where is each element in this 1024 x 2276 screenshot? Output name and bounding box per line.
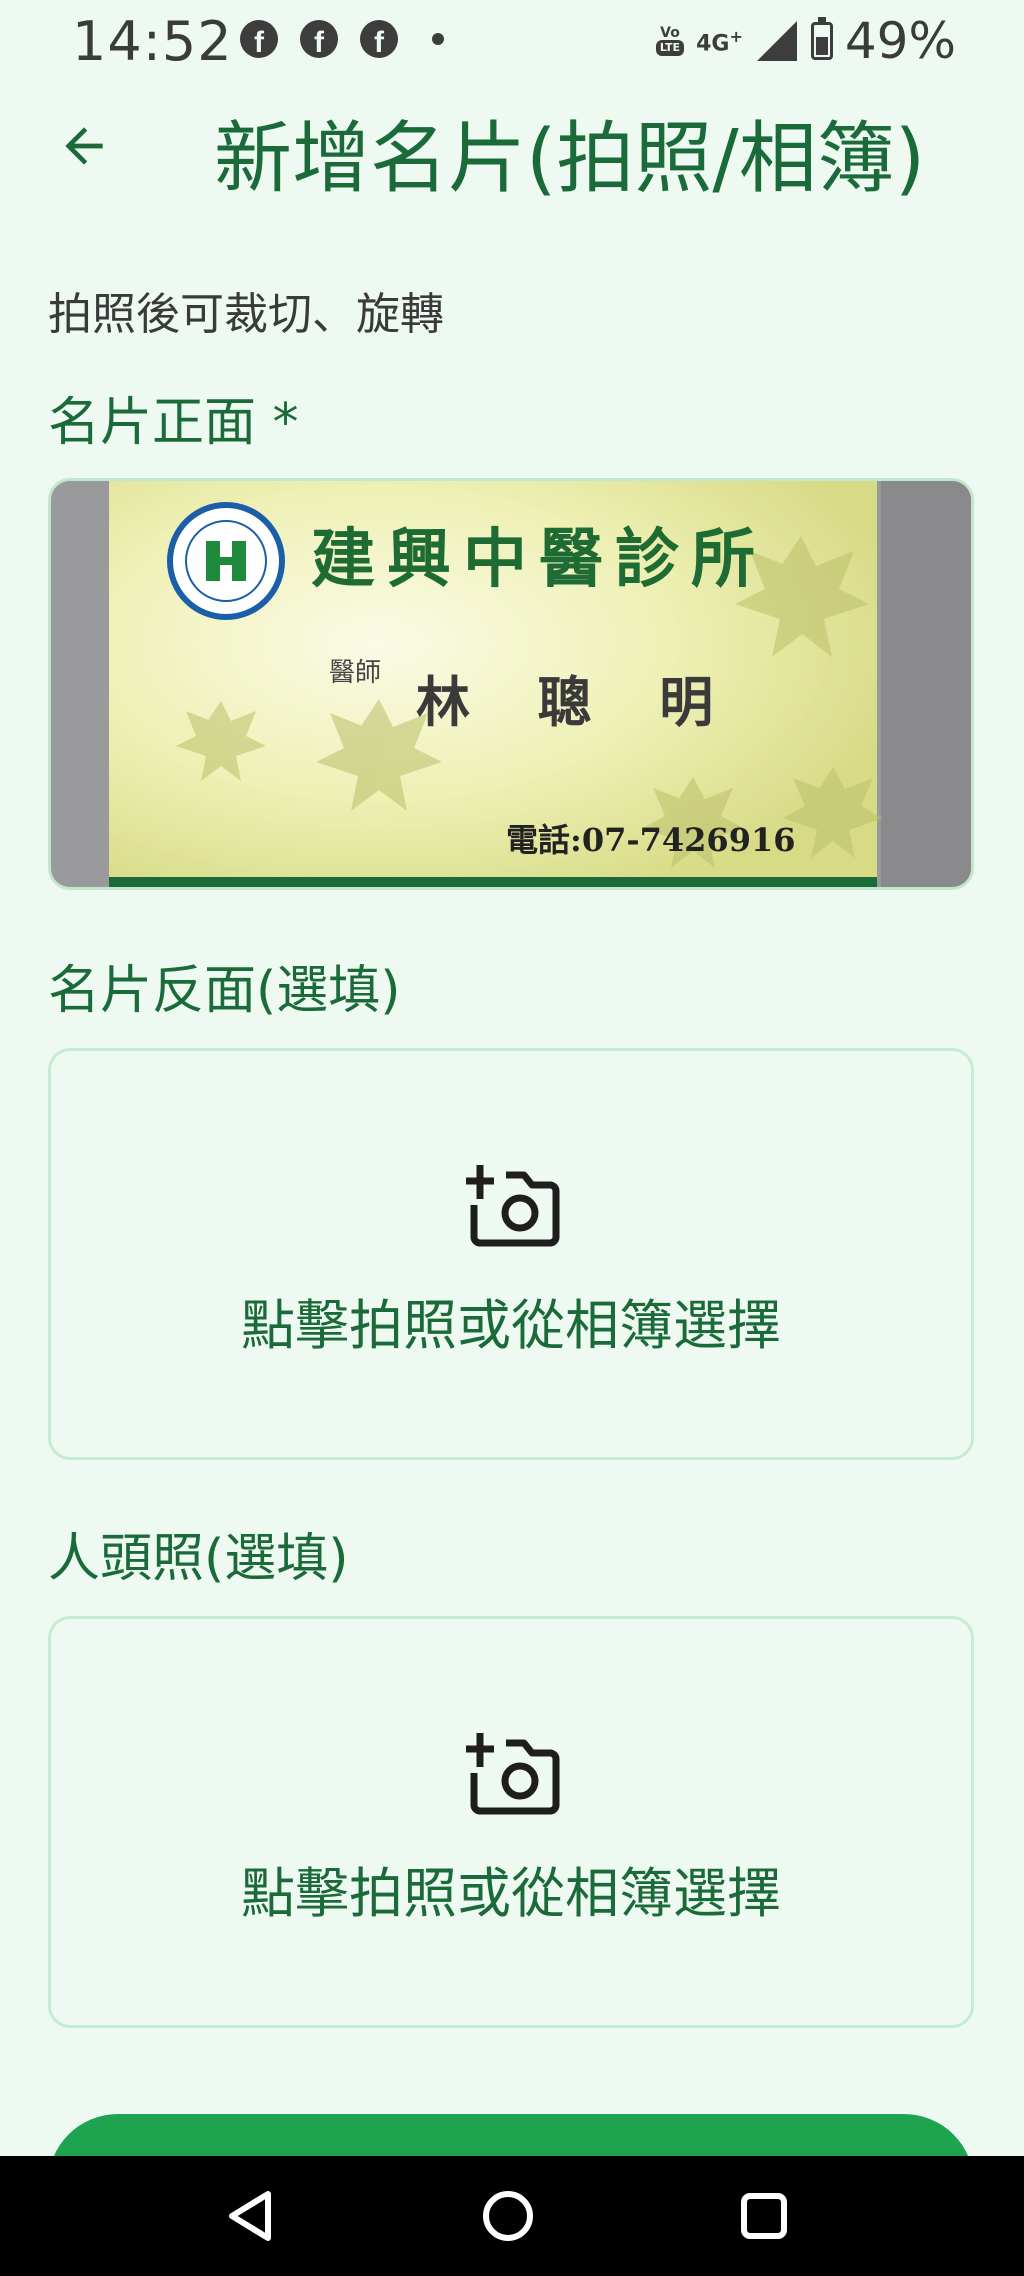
card-front-image[interactable]: 建興中醫診所 醫師 林 聰 明 電話:07-7426916 <box>48 478 974 890</box>
signal-icon <box>756 21 797 61</box>
network-sup-text: + <box>729 27 743 47</box>
volte-lte-text: LTE <box>655 40 685 56</box>
hint-text: 拍照後可裁切、旋轉 <box>48 289 444 340</box>
volte-text: Vo <box>660 25 680 41</box>
dot-icon <box>432 33 444 45</box>
back-button[interactable] <box>44 106 124 186</box>
battery-icon <box>810 17 833 60</box>
status-right-icons: Vo LTE 4G+ 49% <box>655 12 956 70</box>
back-label: 名片反面(選填) <box>48 961 401 1021</box>
card-title: 醫師 <box>329 658 381 688</box>
status-bar: 14:52 f f f Vo LTE 4G+ 49% <box>0 0 1024 80</box>
nhi-logo <box>167 502 285 620</box>
facebook-icon: f <box>240 20 278 58</box>
battery-percent: 49% <box>844 12 956 70</box>
network-text: 4G <box>696 31 730 57</box>
system-nav-bar <box>0 2156 1024 2276</box>
portrait-upload-area[interactable]: 點擊拍照或從相簿選擇 <box>48 1616 974 2028</box>
page-title: 新增名片(拍照/相簿) <box>214 114 926 204</box>
recents-square-icon[interactable] <box>734 2186 794 2246</box>
notification-icons: f f f <box>240 20 444 58</box>
card-clinic-name: 建興中醫診所 <box>311 522 767 597</box>
back-triangle-icon[interactable] <box>222 2186 282 2246</box>
portrait-label: 人頭照(選填) <box>48 1529 349 1589</box>
arrow-left-icon <box>65 127 103 165</box>
business-card-photo: 建興中醫診所 醫師 林 聰 明 電話:07-7426916 <box>51 481 971 887</box>
portrait-upload-text: 點擊拍照或從相簿選擇 <box>241 1862 781 1925</box>
facebook-icon: f <box>300 20 338 58</box>
home-circle-icon[interactable] <box>478 2186 538 2246</box>
back-upload-text: 點擊拍照或從相簿選擇 <box>241 1294 781 1357</box>
add-photo-icon <box>466 1733 560 1815</box>
front-label: 名片正面 * <box>48 393 299 453</box>
network-4g-icon: 4G+ <box>696 26 743 55</box>
card-phone: 電話:07-7426916 <box>506 821 796 859</box>
back-upload-area[interactable]: 點擊拍照或從相簿選擇 <box>48 1048 974 1460</box>
facebook-icon: f <box>360 20 398 58</box>
status-time: 14:52 <box>72 10 233 73</box>
add-photo-icon <box>466 1165 560 1247</box>
volte-icon: Vo LTE <box>655 25 685 56</box>
battery-fill <box>815 37 828 55</box>
card-person-name: 林 聰 明 <box>416 670 723 734</box>
app-bar: 新增名片(拍照/相簿) <box>0 80 1024 204</box>
